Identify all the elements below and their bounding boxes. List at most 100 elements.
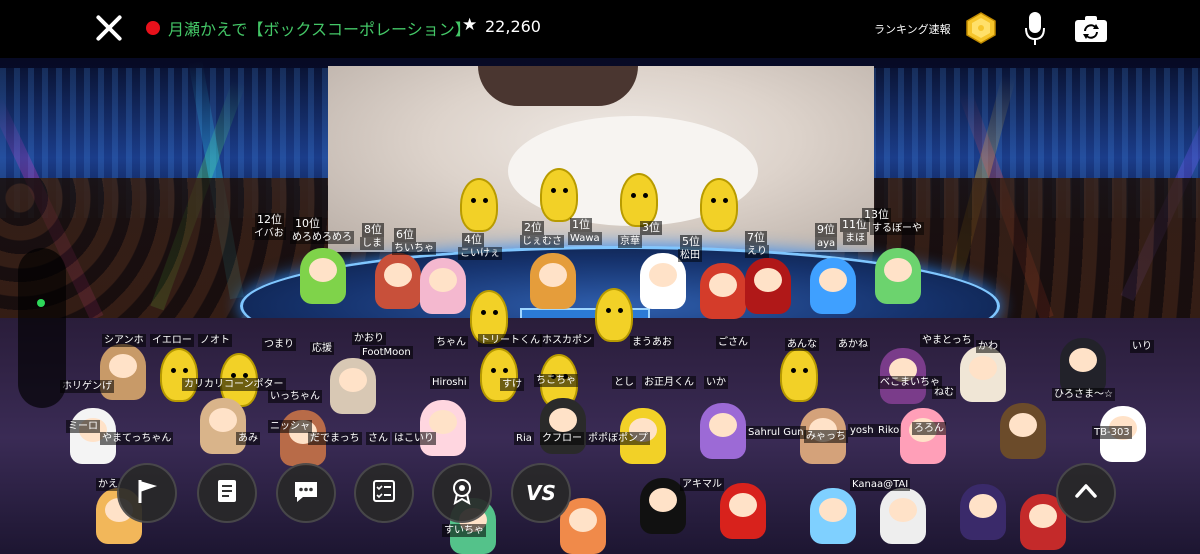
- ranked-avatar[interactable]: [420, 258, 466, 314]
- rank-name[interactable]: 京華: [618, 235, 642, 248]
- viewer-name[interactable]: いか: [704, 376, 728, 389]
- viewer-name[interactable]: Ria: [514, 432, 534, 445]
- viewer-name[interactable]: いり: [1130, 340, 1154, 353]
- viewer-name[interactable]: ホスカポン: [540, 334, 594, 347]
- viewer-name[interactable]: アキマル: [680, 478, 724, 491]
- viewer-name[interactable]: ろろん: [912, 422, 946, 435]
- viewer-name[interactable]: Sahrul Gun: [746, 426, 806, 439]
- camera-switch-icon[interactable]: [1074, 15, 1108, 43]
- viewer-name[interactable]: とし: [612, 376, 636, 389]
- vs-button[interactable]: VS: [511, 463, 571, 523]
- viewer-name[interactable]: ポポぼポンプ: [586, 432, 650, 445]
- banana-gift: [620, 173, 658, 227]
- viewer-name[interactable]: さん: [366, 432, 390, 445]
- scroll-up-button[interactable]: [1056, 463, 1116, 523]
- viewer-name[interactable]: イエロー: [150, 334, 194, 347]
- vs-icon: VS: [526, 481, 556, 505]
- rank-name[interactable]: Wawa: [568, 232, 602, 245]
- viewer-name[interactable]: FootMoon: [360, 346, 413, 359]
- chat-button[interactable]: [276, 463, 336, 523]
- rank-name[interactable]: こいけぇ: [458, 247, 502, 260]
- viewer-name[interactable]: かおり: [352, 332, 386, 345]
- rank-name[interactable]: じぇむさ: [520, 235, 564, 248]
- viewer-name[interactable]: シアンホ: [102, 334, 146, 347]
- viewer-avatar[interactable]: [960, 484, 1006, 540]
- viewer-name[interactable]: やまとっち: [920, 334, 974, 347]
- viewer-avatar[interactable]: [200, 398, 246, 454]
- viewer-name[interactable]: つまり: [262, 338, 296, 351]
- rank-name[interactable]: するぼーや: [870, 222, 924, 235]
- viewer-name[interactable]: だでまっち: [308, 432, 362, 445]
- streamer-video[interactable]: [328, 66, 874, 252]
- side-panel[interactable]: [18, 248, 66, 408]
- viewer-name[interactable]: 応援: [310, 342, 334, 355]
- rank-name[interactable]: イバお: [252, 227, 286, 240]
- viewer-name[interactable]: べこまいちゃ: [878, 376, 942, 389]
- viewer-name[interactable]: すいちゃ: [442, 524, 486, 537]
- star-count: 22,260: [485, 17, 541, 36]
- viewer-name[interactable]: はこいり: [392, 432, 436, 445]
- viewer-name[interactable]: いっちゃん: [268, 390, 322, 403]
- rank-name[interactable]: めろめろめろ: [290, 231, 354, 244]
- flag-button[interactable]: [117, 463, 177, 523]
- rank-name[interactable]: aya: [815, 237, 838, 250]
- checklist-button[interactable]: [354, 463, 414, 523]
- viewer-name[interactable]: Riko: [876, 424, 902, 437]
- viewer-name[interactable]: クフロー: [540, 432, 584, 445]
- viewer-name[interactable]: ちこちゃ: [534, 374, 578, 387]
- rank-name[interactable]: えり: [745, 245, 769, 258]
- stream-title[interactable]: 月瀬かえで【ボックスコーポレーション】: [168, 16, 471, 40]
- viewer-avatar[interactable]: [700, 403, 746, 459]
- rank-name[interactable]: 松田: [678, 249, 702, 262]
- ranked-avatar[interactable]: [700, 263, 746, 319]
- close-icon[interactable]: [90, 9, 128, 47]
- rank-name[interactable]: ちいちゃ: [392, 242, 436, 255]
- rank-label: 12位: [255, 213, 284, 227]
- viewer-avatar[interactable]: [810, 488, 856, 544]
- rank-name[interactable]: しま: [360, 237, 384, 250]
- rank-name[interactable]: まほ: [843, 232, 867, 245]
- viewer-name[interactable]: ホリゲンげ: [60, 380, 114, 393]
- viewer-avatar[interactable]: [330, 358, 376, 414]
- ranked-avatar[interactable]: [745, 258, 791, 314]
- viewer-name[interactable]: まうあお: [630, 336, 674, 349]
- ranking-badge-icon[interactable]: [965, 12, 997, 44]
- microphone-icon[interactable]: [1024, 11, 1046, 47]
- viewer-name[interactable]: Hiroshi: [430, 376, 469, 389]
- viewer-avatar[interactable]: [960, 346, 1006, 402]
- viewer-name[interactable]: ちゃん: [434, 336, 468, 349]
- ranked-avatar[interactable]: [875, 248, 921, 304]
- viewer-avatar[interactable]: [720, 483, 766, 539]
- viewer-name[interactable]: すけ: [500, 378, 524, 391]
- document-button[interactable]: [197, 463, 257, 523]
- viewer-name[interactable]: あんな: [785, 338, 819, 351]
- ranked-avatar[interactable]: [375, 253, 421, 309]
- viewer-avatar[interactable]: [1000, 403, 1046, 459]
- viewer-name[interactable]: ミーロ: [66, 420, 100, 433]
- ranked-avatar[interactable]: [810, 258, 856, 314]
- viewer-avatar[interactable]: [420, 400, 466, 456]
- viewer-name[interactable]: みゃっち: [804, 430, 848, 443]
- viewer-name[interactable]: お正月くん: [642, 376, 696, 389]
- viewer-name[interactable]: やまてっちゃん: [100, 432, 174, 445]
- viewer-avatar[interactable]: [1060, 338, 1106, 394]
- viewer-name[interactable]: あみ: [236, 432, 260, 445]
- viewer-avatar[interactable]: [540, 398, 586, 454]
- ranking-label[interactable]: ランキング速報: [874, 21, 951, 37]
- viewer-avatar[interactable]: [880, 488, 926, 544]
- viewer-name[interactable]: ごさん: [716, 336, 750, 349]
- viewer-name[interactable]: Kanaa@TAI: [850, 478, 911, 491]
- viewer-name[interactable]: ニッシャ: [268, 420, 312, 433]
- viewer-name[interactable]: ひろさま～☆: [1052, 388, 1115, 401]
- rank-label: 6位: [394, 228, 416, 242]
- viewer-avatar[interactable]: [900, 408, 946, 464]
- viewer-name[interactable]: TB-303: [1092, 426, 1132, 439]
- viewer-name[interactable]: yosh: [848, 424, 876, 437]
- viewer-name[interactable]: かわ: [976, 340, 1000, 353]
- ranked-avatar[interactable]: [530, 253, 576, 309]
- award-button[interactable]: [432, 463, 492, 523]
- viewer-name[interactable]: トリートくん: [478, 334, 542, 347]
- viewer-name[interactable]: あかね: [836, 338, 870, 351]
- ranked-avatar[interactable]: [300, 248, 346, 304]
- viewer-name[interactable]: ノオト: [198, 334, 232, 347]
